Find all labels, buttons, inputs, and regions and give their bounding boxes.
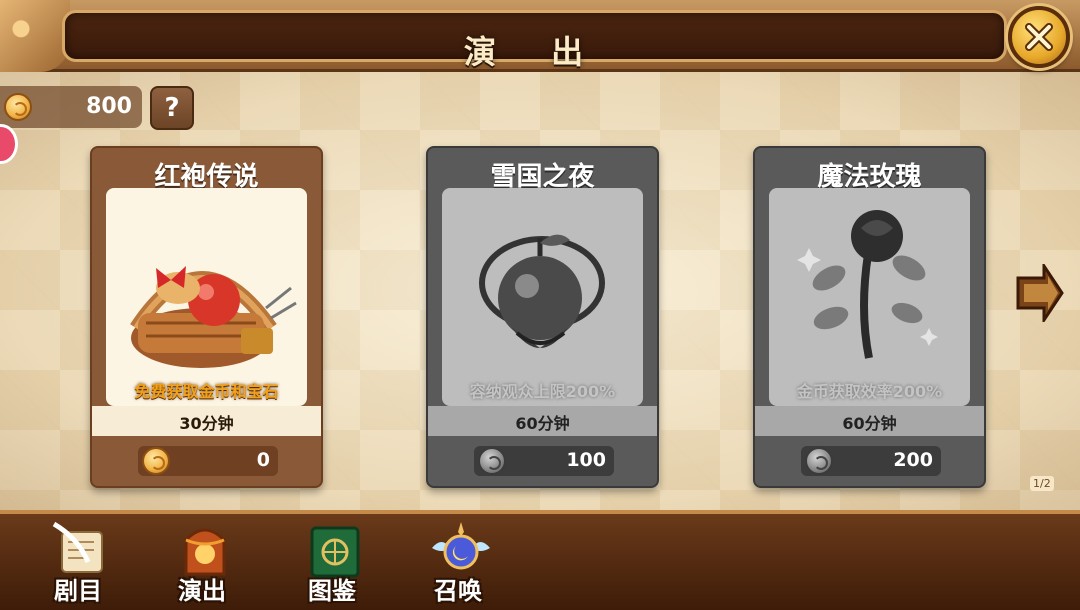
card-image — [106, 188, 307, 406]
help-button[interactable]: ? — [150, 86, 194, 130]
nav-label: 图鉴 — [308, 577, 356, 605]
card-duration-strip: 60分钟 — [428, 406, 657, 436]
card-image — [442, 188, 643, 406]
card-cost: 100 — [474, 446, 614, 476]
card-image — [769, 188, 970, 406]
gold-coin-icon — [478, 447, 506, 475]
corner-ornament-icon — [0, 0, 70, 72]
cost-value: 100 — [566, 449, 606, 471]
card-duration-strip: 60分钟 — [755, 406, 984, 436]
nav-performance[interactable]: 演出 — [152, 510, 252, 610]
nav-label: 召唤 — [434, 577, 482, 605]
next-page-arrow-icon[interactable] — [1014, 264, 1064, 322]
gold-coin-icon — [4, 93, 32, 121]
page-indicator: 1/2 — [1030, 476, 1054, 491]
card-description: 容纳观众上限200% — [469, 382, 616, 401]
nav-summon[interactable]: 召唤 — [408, 510, 508, 610]
close-button[interactable] — [1008, 6, 1070, 68]
card-duration: 30分钟 — [179, 414, 234, 433]
basket-icon — [130, 266, 297, 368]
apple-heart-icon — [479, 234, 605, 348]
close-icon — [1025, 23, 1053, 51]
nav-encyclopedia[interactable]: 图鉴 — [282, 510, 382, 610]
nav-repertoire[interactable]: 剧目 — [28, 510, 128, 610]
card-duration: 60分钟 — [515, 414, 570, 433]
gold-currency-display: 800 — [0, 86, 142, 128]
page-title: 演 出 — [463, 33, 606, 71]
card-duration: 60分钟 — [842, 414, 897, 433]
nav-label: 剧目 — [54, 577, 102, 605]
performance-card-red-robe[interactable]: 红袍传说 免费获取金币和宝石 30分钟 0 — [90, 146, 323, 488]
gold-amount: 800 — [86, 94, 132, 119]
nav-label: 演出 — [178, 577, 226, 605]
rose-icon — [797, 210, 938, 359]
performance-card-magic-rose[interactable]: 魔法玫瑰 金币获取效率200% 60分钟 200 — [753, 146, 986, 488]
card-cost: 0 — [138, 446, 278, 476]
performance-card-snow-night[interactable]: 雪国之夜 容纳观众上限200% 60分钟 100 — [426, 146, 659, 488]
cost-value: 0 — [256, 449, 270, 471]
card-description: 免费获取金币和宝石 — [134, 382, 279, 401]
cost-value: 200 — [893, 449, 933, 471]
title-bar: 演 出 — [0, 0, 1080, 72]
title-plate: 演 出 — [62, 10, 1007, 71]
card-cost: 200 — [801, 446, 941, 476]
card-description: 金币获取效率200% — [796, 382, 943, 401]
card-duration-strip: 30分钟 — [92, 406, 321, 436]
gold-coin-icon — [805, 447, 833, 475]
gold-coin-icon — [142, 447, 170, 475]
